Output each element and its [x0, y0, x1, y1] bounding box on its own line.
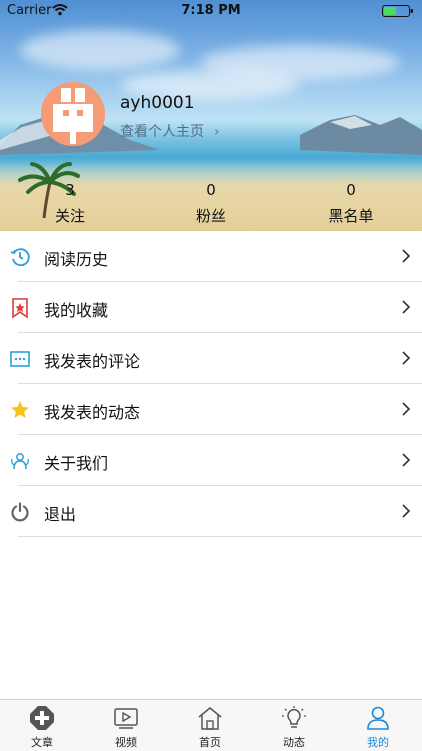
- favorite-star-icon: [12, 298, 28, 318]
- tab-label: 首页: [199, 736, 221, 749]
- menu-item-favorites[interactable]: 我的收藏: [0, 282, 422, 333]
- tab-home[interactable]: 首页: [168, 700, 252, 751]
- history-clock-icon: [10, 248, 30, 267]
- chevron-right-icon: ›: [214, 124, 220, 140]
- about-icon: [11, 453, 29, 470]
- menu-item-logout[interactable]: 退出: [0, 486, 422, 537]
- menu-item-label: 退出: [44, 505, 77, 524]
- lightbulb-icon: [282, 706, 306, 728]
- user-icon: [367, 706, 389, 730]
- comment-icon: [10, 351, 30, 367]
- home-icon: [198, 707, 222, 730]
- settings-menu: 阅读历史 我的收藏 我发表的评论 我发表的动态 关于我们 退出: [0, 231, 422, 537]
- menu-item-about-us[interactable]: 关于我们: [0, 435, 422, 486]
- chevron-right-icon: [402, 504, 411, 518]
- tab-label: 文章: [31, 736, 53, 749]
- video-icon: [114, 708, 138, 729]
- clock: 7:18 PM: [181, 3, 241, 18]
- tab-bar: 文章 视频 首页 动态 我的: [0, 699, 422, 751]
- tab-moments[interactable]: 动态: [252, 700, 336, 751]
- profile-header: Carrier 7:18 PM ayh0001 查看个人主页 › 3 关注 0 …: [0, 0, 422, 231]
- stat-count: 0: [346, 181, 356, 199]
- star-icon: [11, 401, 29, 418]
- tab-articles[interactable]: 文章: [0, 700, 84, 751]
- tab-label: 视频: [115, 736, 137, 749]
- stat-blacklist[interactable]: 0 黑名单: [306, 181, 396, 226]
- stat-count: 0: [206, 181, 216, 199]
- chevron-right-icon: [402, 402, 411, 416]
- tab-videos[interactable]: 视频: [84, 700, 168, 751]
- stat-followers[interactable]: 0 粉丝: [166, 181, 256, 226]
- battery-icon: [382, 5, 413, 17]
- username: ayh0001: [120, 93, 195, 113]
- avatar[interactable]: [41, 82, 105, 146]
- menu-item-label: 我发表的评论: [44, 352, 141, 371]
- status-bar: Carrier 7:18 PM: [0, 0, 422, 22]
- chevron-right-icon: [402, 453, 411, 467]
- chevron-right-icon: [402, 300, 411, 314]
- menu-item-label: 阅读历史: [44, 250, 109, 269]
- stat-following[interactable]: 3 关注: [25, 181, 115, 226]
- menu-item-reading-history[interactable]: 阅读历史: [0, 231, 422, 282]
- stat-label: 黑名单: [328, 207, 374, 225]
- menu-item-label: 关于我们: [44, 454, 109, 473]
- cloud-decoration: [20, 30, 180, 70]
- tab-label: 动态: [283, 736, 305, 749]
- chevron-right-icon: [402, 351, 411, 365]
- tab-mine[interactable]: 我的: [336, 700, 420, 751]
- menu-item-label: 我发表的动态: [44, 403, 141, 422]
- view-profile-link[interactable]: 查看个人主页 ›: [120, 121, 220, 141]
- menu-item-my-comments[interactable]: 我发表的评论: [0, 333, 422, 384]
- article-icon: [30, 706, 54, 730]
- menu-item-label: 我的收藏: [44, 301, 109, 320]
- tab-label: 我的: [367, 736, 389, 749]
- stat-label: 粉丝: [195, 207, 226, 225]
- avatar-placeholder-icon: [41, 82, 105, 146]
- view-profile-label: 查看个人主页: [120, 124, 204, 140]
- chevron-right-icon: [402, 249, 411, 263]
- power-icon: [11, 502, 29, 522]
- divider: [18, 536, 422, 537]
- stat-count: 3: [65, 181, 75, 199]
- stat-label: 关注: [54, 207, 85, 225]
- menu-item-my-posts[interactable]: 我发表的动态: [0, 384, 422, 435]
